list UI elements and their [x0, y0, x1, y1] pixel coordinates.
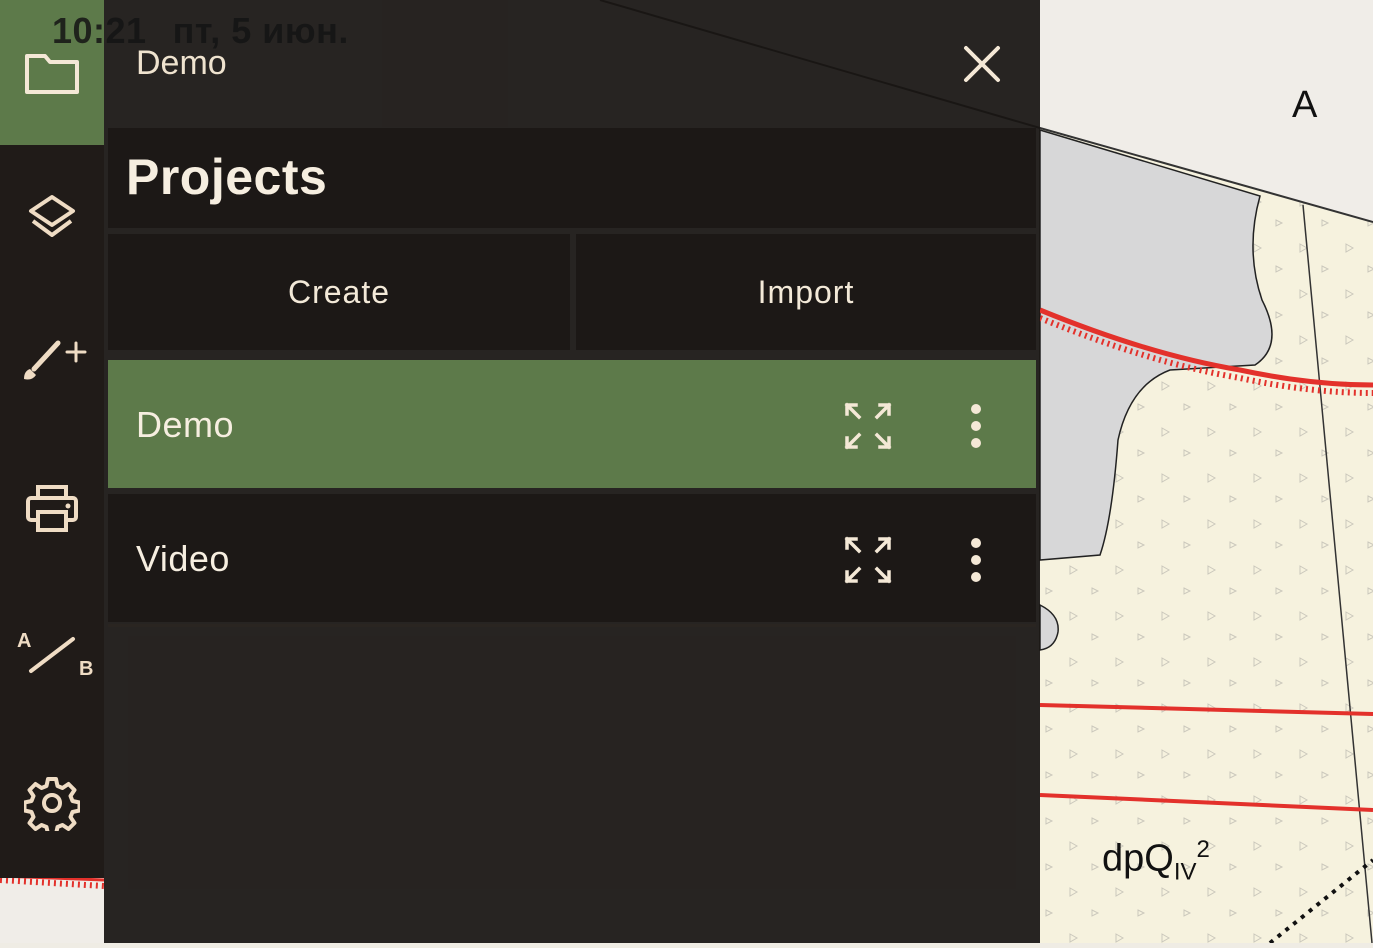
status-bar: 10:21 пт, 5 июн. [52, 10, 375, 52]
gear-icon [24, 776, 80, 831]
expand-icon [844, 536, 892, 584]
toolbar-layers-button[interactable] [0, 145, 104, 290]
import-project-button[interactable]: Import [576, 234, 1036, 350]
project-menu-button[interactable] [956, 534, 996, 586]
project-name: Video [136, 538, 230, 579]
zoom-to-project-button[interactable] [842, 400, 894, 452]
close-button[interactable] [952, 34, 1012, 94]
project-name: Demo [136, 404, 235, 445]
printer-icon [26, 484, 78, 532]
layers-icon [29, 194, 75, 237]
toolbar-settings-button[interactable] [0, 730, 104, 875]
toolbar-measure-button[interactable]: A B [0, 580, 104, 725]
zoom-to-project-button[interactable] [842, 534, 894, 586]
geo-label-sub: IV [1173, 858, 1197, 886]
map-label-a: A [1292, 84, 1318, 126]
project-menu-button[interactable] [956, 400, 996, 452]
folder-icon [25, 53, 79, 94]
more-vertical-icon [971, 404, 981, 448]
measure-label-b: B [79, 658, 93, 680]
project-row-demo[interactable]: Demo [108, 360, 1036, 488]
status-date: пт, 5 июн. [172, 10, 349, 51]
ruler-ab-icon: A B [17, 630, 93, 680]
status-time: 10:21 [52, 10, 147, 51]
geo-label-sup: 2 [1196, 836, 1210, 863]
close-icon [964, 46, 1000, 82]
toolbar-print-button[interactable] [0, 435, 104, 580]
create-project-button[interactable]: Create [108, 234, 570, 350]
projects-heading-row: Projects [108, 128, 1036, 228]
geo-label-main: dpQ [1102, 837, 1174, 880]
projects-panel: Demo Projects Create Import Demo Video [104, 0, 1040, 943]
project-row-video[interactable]: Video [108, 494, 1036, 622]
page-title: Projects [126, 149, 328, 205]
left-toolbar: A B [0, 0, 104, 878]
brush-plus-icon [24, 340, 87, 379]
expand-icon [844, 402, 892, 450]
toolbar-draw-button[interactable] [0, 290, 104, 435]
measure-label-a: A [17, 630, 31, 652]
map-label-geology: dpQIV2 [1102, 836, 1210, 886]
list-divider [108, 624, 1036, 627]
more-vertical-icon [971, 538, 981, 582]
